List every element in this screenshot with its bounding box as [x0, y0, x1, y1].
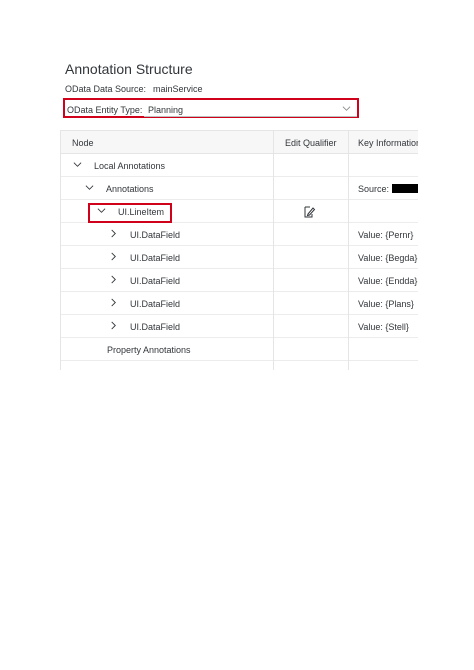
table-row[interactable]: UI.DataField Value: {Stell} — [61, 315, 418, 338]
node-label: Property Annotations — [107, 345, 191, 355]
chevron-right-icon[interactable] — [109, 229, 118, 238]
chevron-right-icon[interactable] — [109, 321, 118, 330]
table-row[interactable]: UI.DataField Value: {Endda} — [61, 269, 418, 292]
key-info: Value: {Pernr} — [358, 230, 414, 240]
page-title: Annotation Structure — [65, 61, 193, 77]
chevron-right-icon[interactable] — [109, 298, 118, 307]
node-label: UI.DataField — [130, 276, 181, 286]
chevron-right-icon[interactable] — [109, 252, 118, 261]
key-info: Value: {Stell} — [358, 322, 409, 332]
key-info: Value: {Begda} — [358, 253, 418, 263]
column-divider — [348, 130, 349, 370]
node-label: UI.DataField — [130, 230, 181, 240]
entity-type-select[interactable]: Planning — [144, 101, 357, 117]
table-row[interactable]: UI.DataField Value: {Begda} — [61, 246, 418, 269]
header-edit-qualifier: Edit Qualifier — [285, 138, 337, 148]
data-source-label: OData Data Source: — [65, 84, 147, 94]
node-label: Local Annotations — [94, 161, 166, 171]
table-row[interactable]: UI.DataField Value: {Pernr} — [61, 223, 418, 246]
key-info-text: Source: — [358, 184, 390, 194]
chevron-down-icon[interactable] — [73, 160, 82, 169]
header-key-information: Key Information — [358, 138, 418, 148]
node-label: Annotations — [106, 184, 154, 194]
node-label: UI.DataField — [130, 253, 181, 263]
entity-type-value: Planning — [148, 105, 184, 115]
annotation-tree-table: Node Edit Qualifier Key Information Loca… — [60, 130, 418, 370]
data-source-row: OData Data Source: mainService — [65, 84, 203, 94]
table-header: Node Edit Qualifier Key Information — [61, 130, 418, 154]
table-row[interactable]: Annotations Source: — [61, 177, 418, 200]
key-info: Source: — [358, 184, 418, 194]
table-row[interactable]: Property Annotations — [61, 338, 418, 361]
key-info: Value: {Endda} — [358, 276, 418, 286]
column-divider — [273, 130, 274, 370]
node-label: UI.DataField — [130, 299, 181, 309]
entity-type-highlight: OData Entity Type: Planning — [63, 98, 359, 118]
data-source-value: mainService — [153, 84, 203, 94]
table-row[interactable]: UI.DataField Value: {Plans} — [61, 292, 418, 315]
redaction-block — [392, 184, 418, 193]
lineitem-highlight — [88, 203, 172, 223]
edit-qualifier-icon[interactable] — [302, 205, 316, 219]
entity-type-label: OData Entity Type: — [67, 105, 143, 115]
header-node: Node — [72, 138, 94, 148]
chevron-down-icon[interactable] — [342, 104, 351, 113]
chevron-right-icon[interactable] — [109, 275, 118, 284]
key-info: Value: {Plans} — [358, 299, 414, 309]
table-row[interactable]: Local Annotations — [61, 154, 418, 177]
chevron-down-icon[interactable] — [85, 183, 94, 192]
node-label: UI.DataField — [130, 322, 181, 332]
